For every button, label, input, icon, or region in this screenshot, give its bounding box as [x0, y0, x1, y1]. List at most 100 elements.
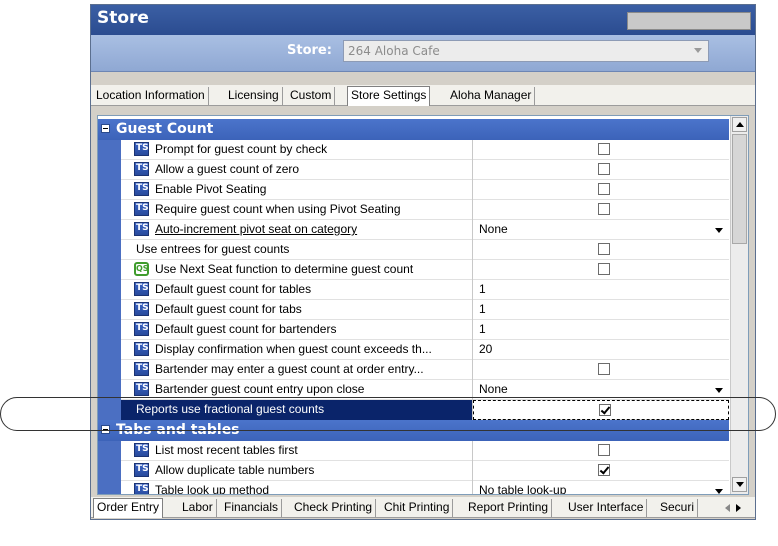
- setting-value[interactable]: [473, 441, 729, 461]
- setting-value[interactable]: [473, 461, 729, 481]
- collapse-icon[interactable]: [101, 124, 110, 133]
- setting-text-value[interactable]: 1: [473, 280, 729, 300]
- setting-row[interactable]: Allow duplicate table numbers: [98, 461, 729, 481]
- scroll-down-button[interactable]: [732, 477, 747, 492]
- setting-checkbox[interactable]: [598, 243, 610, 255]
- tab-location-information[interactable]: Location Information: [93, 87, 209, 105]
- section-title: Tabs and tables: [116, 422, 240, 438]
- setting-row-selected[interactable]: Reports use fractional guest counts: [98, 400, 729, 420]
- row-gutter: [98, 240, 121, 260]
- setting-label: Default guest count for tables: [155, 282, 312, 296]
- setting-row[interactable]: Default guest count for tables 1: [98, 280, 729, 300]
- setting-value[interactable]: [473, 140, 729, 160]
- tab-chit-printing[interactable]: Chit Printing: [381, 499, 454, 517]
- chevron-down-icon[interactable]: [715, 388, 723, 393]
- setting-name[interactable]: Display confirmation when guest count ex…: [121, 340, 473, 360]
- scrollbar-thumb[interactable]: [732, 134, 747, 244]
- tab-licensing[interactable]: Licensing: [225, 87, 283, 105]
- tab-labor[interactable]: Labor: [179, 499, 217, 517]
- setting-row[interactable]: Display confirmation when guest count ex…: [98, 340, 729, 360]
- setting-label: Use Next Seat function to determine gues…: [155, 262, 414, 276]
- tab-report-printing[interactable]: Report Printing: [465, 499, 553, 517]
- chevron-down-icon[interactable]: [715, 228, 723, 233]
- tab-financials[interactable]: Financials: [221, 499, 283, 517]
- section-tabs-and-tables[interactable]: Tabs and tables: [98, 420, 729, 441]
- setting-checkbox[interactable]: [598, 203, 610, 215]
- setting-checkbox[interactable]: [598, 183, 610, 195]
- setting-value[interactable]: [473, 360, 729, 380]
- setting-row[interactable]: Table look up method No table look-up: [98, 481, 729, 494]
- section-guest-count[interactable]: Guest Count: [98, 119, 729, 140]
- arrow-left-icon[interactable]: [725, 504, 730, 512]
- setting-name[interactable]: Bartender guest count entry upon close: [121, 380, 473, 400]
- setting-checkbox[interactable]: [598, 163, 610, 175]
- scroll-up-button[interactable]: [732, 117, 747, 132]
- tab-scroll-arrows[interactable]: [725, 501, 747, 515]
- setting-row[interactable]: Require guest count when using Pivot Sea…: [98, 200, 729, 220]
- tab-custom[interactable]: Custom: [287, 87, 336, 105]
- setting-text-value[interactable]: 20: [473, 340, 729, 360]
- setting-dropdown[interactable]: None: [473, 380, 729, 400]
- setting-row[interactable]: Auto-increment pivot seat on category No…: [98, 220, 729, 240]
- setting-dropdown[interactable]: None: [473, 220, 729, 240]
- tab-aloha-manager[interactable]: Aloha Manager: [447, 87, 536, 105]
- setting-checkbox[interactable]: [598, 263, 610, 275]
- collapse-icon[interactable]: [101, 425, 110, 434]
- tab-check-printing[interactable]: Check Printing: [291, 499, 377, 517]
- store-dropdown-value: 264 Aloha Cafe: [348, 44, 440, 58]
- setting-name[interactable]: Require guest count when using Pivot Sea…: [121, 200, 473, 220]
- setting-checkbox[interactable]: [598, 363, 610, 375]
- setting-name[interactable]: Bartender may enter a guest count at ord…: [121, 360, 473, 380]
- setting-checkbox[interactable]: [598, 464, 610, 476]
- setting-value[interactable]: [473, 400, 729, 420]
- setting-text-value[interactable]: 1: [473, 300, 729, 320]
- setting-value[interactable]: [473, 240, 729, 260]
- setting-text-value[interactable]: 1: [473, 320, 729, 340]
- setting-name[interactable]: Table look up method: [121, 481, 473, 494]
- setting-row[interactable]: List most recent tables first: [98, 441, 729, 461]
- tab-store-settings[interactable]: Store Settings: [347, 86, 431, 106]
- setting-row[interactable]: Enable Pivot Seating: [98, 180, 729, 200]
- tab-order-entry[interactable]: Order Entry: [93, 498, 164, 518]
- setting-value[interactable]: [473, 260, 729, 280]
- ts-icon: [134, 362, 149, 376]
- setting-name[interactable]: Use entrees for guest counts: [121, 240, 473, 260]
- setting-row[interactable]: Default guest count for bartenders 1: [98, 320, 729, 340]
- setting-row[interactable]: Use Next Seat function to determine gues…: [98, 260, 729, 280]
- setting-row[interactable]: Bartender may enter a guest count at ord…: [98, 360, 729, 380]
- tab-user-interface[interactable]: User Interface: [565, 499, 648, 517]
- setting-row[interactable]: Bartender guest count entry upon close N…: [98, 380, 729, 400]
- setting-name[interactable]: List most recent tables first: [121, 441, 473, 461]
- arrow-up-icon: [736, 122, 744, 127]
- setting-row[interactable]: Use entrees for guest counts: [98, 240, 729, 260]
- arrow-right-icon[interactable]: [736, 504, 741, 512]
- setting-name[interactable]: Default guest count for bartenders: [121, 320, 473, 340]
- setting-dropdown[interactable]: No table look-up: [473, 481, 729, 494]
- setting-label-link[interactable]: Auto-increment pivot seat on category: [155, 222, 357, 236]
- chevron-down-icon[interactable]: [715, 489, 723, 494]
- setting-name[interactable]: Enable Pivot Seating: [121, 180, 473, 200]
- setting-value[interactable]: [473, 160, 729, 180]
- setting-row[interactable]: Allow a guest count of zero: [98, 160, 729, 180]
- setting-name[interactable]: Use Next Seat function to determine gues…: [121, 260, 473, 280]
- tab-security[interactable]: Securi: [657, 499, 699, 517]
- setting-name[interactable]: Default guest count for tables: [121, 280, 473, 300]
- setting-checkbox[interactable]: [598, 444, 610, 456]
- vertical-scrollbar[interactable]: [730, 116, 748, 494]
- setting-checkbox[interactable]: [598, 143, 610, 155]
- setting-row[interactable]: Default guest count for tabs 1: [98, 300, 729, 320]
- setting-name[interactable]: Prompt for guest count by check: [121, 140, 473, 160]
- setting-name[interactable]: Auto-increment pivot seat on category: [121, 220, 473, 240]
- setting-row[interactable]: Prompt for guest count by check: [98, 140, 729, 160]
- setting-name[interactable]: Allow a guest count of zero: [121, 160, 473, 180]
- setting-name[interactable]: Allow duplicate table numbers: [121, 461, 473, 481]
- setting-value[interactable]: [473, 200, 729, 220]
- setting-value[interactable]: [473, 180, 729, 200]
- setting-name[interactable]: Reports use fractional guest counts: [121, 400, 473, 420]
- setting-checkbox[interactable]: [599, 404, 611, 416]
- ts-icon: [134, 443, 149, 457]
- dropdown-value: None: [479, 222, 508, 236]
- store-dropdown[interactable]: 264 Aloha Cafe: [343, 40, 709, 62]
- setting-label: Default guest count for tabs: [155, 302, 302, 316]
- setting-name[interactable]: Default guest count for tabs: [121, 300, 473, 320]
